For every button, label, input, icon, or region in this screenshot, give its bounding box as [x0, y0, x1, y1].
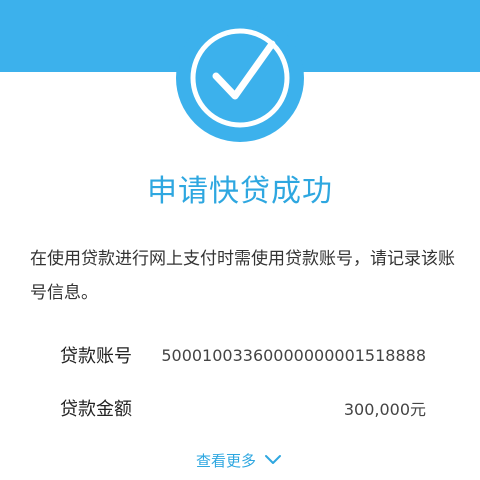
- page-title: 申请快贷成功: [147, 174, 333, 209]
- instruction-message: 在使用贷款进行网上支付时需使用贷款账号，请记录该账号信息。: [30, 249, 455, 303]
- view-more-link[interactable]: 查看更多: [196, 448, 282, 472]
- loan-amount-label: 贷款金额: [60, 399, 132, 420]
- loan-account-label: 贷款账号: [60, 346, 132, 367]
- loan-account-row: 贷款账号 50001003360000000001518888: [60, 340, 426, 370]
- chevron-down-icon: [265, 455, 282, 464]
- loan-amount-row: 贷款金额 300,000元: [60, 393, 426, 423]
- loan-amount-value: 300,000元: [343, 400, 426, 419]
- check-circle-icon: [190, 28, 290, 128]
- view-more-label: 查看更多: [196, 451, 257, 470]
- success-badge: [176, 14, 304, 142]
- loan-success-screen: 申请快贷成功 在使用贷款进行网上支付时需使用贷款账号，请记录该账号信息。 贷款账…: [0, 0, 480, 480]
- loan-account-value: 50001003360000000001518888: [161, 345, 426, 365]
